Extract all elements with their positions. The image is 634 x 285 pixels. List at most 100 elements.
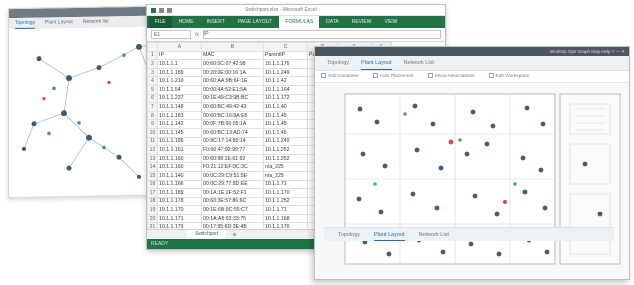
table-cell[interactable]: 00:60:BC:13:AD:74	[201, 127, 264, 138]
row-number[interactable]: 17	[147, 188, 158, 198]
table-cell[interactable]: 10.1.1.45	[263, 110, 308, 121]
table-cell[interactable]: 00:60:98:1E:61:92	[201, 153, 264, 164]
row-number[interactable]: 16	[147, 179, 158, 190]
row-number[interactable]: 5	[147, 84, 158, 95]
table-cell[interactable]: 10.1.1.140	[157, 170, 202, 181]
ribbon-tab-review[interactable]: REVIEW	[346, 16, 378, 28]
tab-network-list[interactable]: Network List	[419, 228, 449, 241]
table-cell[interactable]: 10.1.1.249	[263, 136, 308, 147]
table-cell[interactable]: 00:60:BC:16:8A:E6	[201, 110, 264, 121]
ribbon-tab-home[interactable]: HOME	[173, 16, 200, 28]
tab-plant-layout[interactable]: Plant Layout	[45, 17, 73, 28]
table-cell[interactable]: 10.1.1.170	[263, 188, 308, 198]
table-cell[interactable]: 00:60:0C:07:42:98	[201, 59, 264, 69]
tab-topology[interactable]: Topology	[327, 56, 349, 70]
tab-topology[interactable]: Topology	[338, 228, 360, 241]
table-cell[interactable]: 10.1.1.166	[157, 179, 202, 190]
table-cell[interactable]: 00:0C:29:C9:51:5E	[201, 170, 264, 181]
ribbon-tab-page-layout[interactable]: PAGE LAYOUT	[232, 16, 279, 28]
table-cell[interactable]: 10.1.1.168	[263, 213, 308, 224]
tab-topology[interactable]: Topology	[15, 17, 36, 30]
row-number[interactable]: 18	[147, 196, 158, 207]
ribbon-tab-view[interactable]: VIEW	[378, 16, 403, 28]
row-number[interactable]: 3	[147, 67, 158, 78]
table-cell[interactable]: 00:9C:17:14:80:14	[201, 136, 264, 147]
row-number[interactable]: 20	[147, 213, 158, 224]
table-cell[interactable]: 10.1.1.189	[157, 188, 202, 198]
table-cell[interactable]: 10.1.1.189	[157, 67, 202, 78]
table-cell[interactable]: 10.1.1.175	[263, 59, 308, 69]
add-container-button[interactable]: Add Container	[321, 71, 359, 82]
column-header[interactable]: B	[201, 42, 264, 52]
row-number[interactable]: 7	[147, 102, 158, 112]
row-number[interactable]: 19	[147, 205, 158, 215]
row-number[interactable]: 13	[147, 153, 158, 164]
edit-workspace-button[interactable]: Edit Workspace	[488, 71, 529, 82]
table-cell[interactable]: 10.1.1.252	[263, 196, 308, 207]
auto-placement-button[interactable]: Auto Placement	[372, 71, 414, 82]
row-number[interactable]: 14	[147, 162, 158, 172]
table-cell[interactable]: n/a_225	[263, 162, 308, 172]
header-cell[interactable]: MAC	[201, 50, 264, 61]
table-cell[interactable]: 00:60:BC:49:42:43	[201, 102, 264, 112]
table-cell[interactable]: 10.1.1.45	[263, 119, 308, 129]
row-number[interactable]: 1	[147, 50, 158, 61]
save-icon[interactable]	[159, 7, 164, 13]
ribbon-tab-data[interactable]: DATA	[320, 16, 345, 28]
table-cell[interactable]: 10.1.1.237	[157, 93, 202, 104]
table-cell[interactable]: 10.1.1.249	[263, 67, 308, 78]
table-cell[interactable]: 10.1.1.54	[157, 84, 202, 95]
formula-input[interactable]: IP	[202, 30, 441, 39]
table-cell[interactable]: 10.1.1.71	[263, 179, 308, 190]
fx-icon[interactable]: fx	[195, 32, 199, 38]
table-cell[interactable]: 10.1.1.1	[157, 59, 202, 69]
sheet-tab-switchport[interactable]: Switchport	[187, 229, 227, 240]
row-number[interactable]: 6	[147, 93, 158, 104]
row-number[interactable]: 8	[147, 110, 158, 121]
table-cell[interactable]: n/a_225	[263, 170, 308, 181]
table-cell[interactable]: 10.1.1.40	[263, 102, 308, 112]
table-cell[interactable]: 10.1.1.252	[263, 145, 308, 155]
table-cell[interactable]: 10.1.1.151	[157, 145, 202, 155]
show-associations-button[interactable]: Show Associations	[427, 71, 475, 82]
row-number[interactable]: 10	[147, 127, 158, 138]
tab-plant-layout[interactable]: Plant Layout	[374, 228, 405, 241]
add-sheet-icon[interactable]: ⊕	[232, 232, 236, 238]
ribbon-tab-insert[interactable]: INSERT	[201, 16, 231, 28]
row-number[interactable]: 2	[147, 59, 158, 69]
row-number[interactable]: 12	[147, 145, 158, 155]
table-cell[interactable]: 00:1A:A5:93:33:75	[201, 213, 264, 224]
row-number[interactable]: 11	[147, 136, 158, 147]
ribbon-tab-formulas[interactable]: FORMULAS	[279, 16, 320, 28]
table-cell[interactable]: 10.1.1.170	[157, 205, 202, 215]
table-cell[interactable]: 10.1.1.142	[157, 119, 202, 129]
row-number[interactable]: 4	[147, 76, 158, 86]
select-all-corner[interactable]	[147, 42, 158, 52]
table-cell[interactable]: 10.1.1.45	[263, 127, 308, 138]
column-header[interactable]: C	[263, 42, 308, 52]
table-cell[interactable]: 10.1.1.160	[157, 162, 202, 172]
table-cell[interactable]: 10.1.1.42	[263, 76, 308, 86]
table-cell[interactable]: F0:60:47:92:90:77	[201, 145, 264, 155]
ribbon-tab-file[interactable]: FILE	[149, 16, 172, 28]
table-cell[interactable]: 10.1.1.210	[157, 76, 202, 86]
table-cell[interactable]: 10.1.1.183	[157, 110, 202, 121]
header-cell[interactable]: ParentIP	[263, 50, 308, 61]
tab-network-list[interactable]: Network list	[83, 16, 109, 27]
table-cell[interactable]: 00:0C:29:77:8D:EE	[201, 179, 264, 190]
table-cell[interactable]: 00:60:AA:9B:6F:1E	[201, 76, 264, 86]
table-cell[interactable]: 10.1.1.171	[157, 213, 202, 224]
table-cell[interactable]: 10.1.1.71	[263, 205, 308, 215]
undo-icon[interactable]	[167, 7, 172, 13]
table-cell[interactable]: 10.1.1.186	[157, 136, 202, 147]
table-cell[interactable]: 00:20:0E:00:16:1A	[201, 67, 264, 78]
table-cell[interactable]: 10.1.1.164	[263, 84, 308, 95]
row-number[interactable]: 15	[147, 170, 158, 181]
table-cell[interactable]: F0:21:12:EF:9C:3C	[201, 162, 264, 172]
table-cell[interactable]: 00:60:3E:57:86:6C	[201, 196, 264, 207]
tab-plant-layout[interactable]: Plant Layout	[361, 56, 392, 70]
table-cell[interactable]: 00:1E:49:C3:9B:BC	[201, 93, 264, 104]
table-cell[interactable]: 10.1.1.172	[263, 93, 308, 104]
tab-network-list[interactable]: Network List	[404, 56, 434, 70]
floor-plan-canvas[interactable]	[315, 84, 629, 279]
